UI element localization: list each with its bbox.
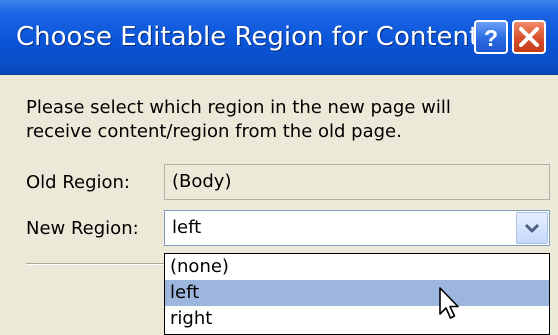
dialog-title: Choose Editable Region for Content: [16, 22, 480, 52]
new-region-select[interactable]: left: [164, 210, 550, 246]
help-question-icon: ?: [484, 25, 498, 51]
option-none[interactable]: (none): [165, 254, 549, 280]
chevron-down-icon: [524, 223, 540, 233]
option-left[interactable]: left: [165, 280, 549, 306]
dropdown-arrow-button[interactable]: [516, 212, 548, 244]
help-button[interactable]: ?: [474, 20, 508, 54]
old-region-label: Old Region:: [26, 172, 131, 193]
close-x-icon: [519, 27, 539, 47]
choose-region-dialog: Choose Editable Region for Content ? Ple…: [0, 0, 558, 335]
instructions-text: Please select which region in the new pa…: [26, 96, 546, 144]
title-bar[interactable]: Choose Editable Region for Content ?: [0, 0, 558, 75]
old-region-field: (Body): [164, 164, 550, 200]
new-region-selected-value: left: [172, 217, 202, 238]
new-region-label: New Region:: [26, 218, 139, 239]
close-button[interactable]: [512, 20, 546, 54]
instructions-line-2: receive content/region from the old page…: [26, 121, 402, 142]
option-right[interactable]: right: [165, 306, 549, 332]
instructions-line-1: Please select which region in the new pa…: [26, 97, 451, 118]
region-dropdown-list[interactable]: (none) left right: [164, 253, 550, 335]
svg-text:?: ?: [484, 25, 498, 51]
separator-line: [26, 263, 166, 265]
mouse-pointer-icon: [439, 287, 459, 319]
